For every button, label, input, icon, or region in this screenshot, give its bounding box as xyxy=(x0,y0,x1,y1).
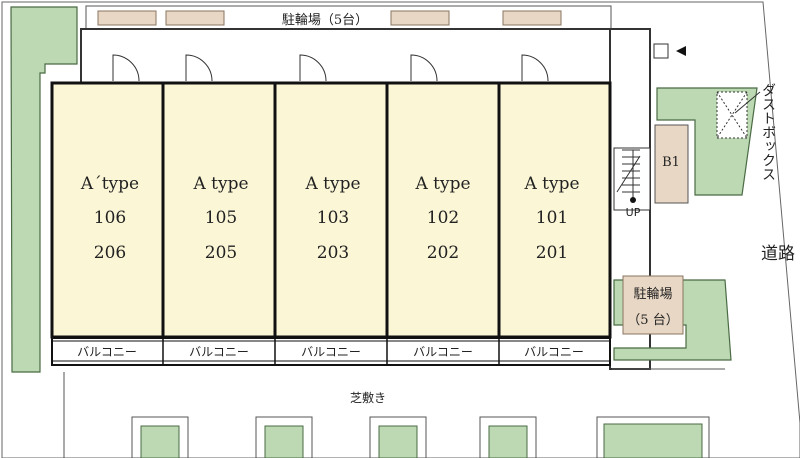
balcony-label: バルコニー xyxy=(301,345,361,359)
stair-up-label: UP xyxy=(626,206,641,219)
unit-type-label: A type xyxy=(192,174,248,194)
right-parking-count: （5 台） xyxy=(627,313,678,328)
floor-plan: 駐輪場（5台） A´type 106 206 A type 105 205 A … xyxy=(1,1,800,458)
right-parking-label: 駐輪場 xyxy=(633,286,672,302)
unit-number-lower: 101 xyxy=(536,208,568,228)
unit-number-upper: 202 xyxy=(427,243,459,263)
bicycle-slot xyxy=(390,10,450,26)
b1-label: B1 xyxy=(662,155,680,170)
unit-number-upper: 201 xyxy=(536,243,568,263)
unit-number-lower: 105 xyxy=(205,208,237,228)
lawn-label: 芝敷き xyxy=(350,390,386,405)
balcony-label: バルコニー xyxy=(413,345,473,359)
unit-type-label: A´type xyxy=(80,174,139,194)
meter-box xyxy=(653,43,669,59)
unit-number-upper: 205 xyxy=(205,243,237,263)
unit-number-upper: 203 xyxy=(317,243,349,263)
road-label: 道路 xyxy=(761,244,795,264)
bicycle-slot xyxy=(165,10,225,26)
unit-number-lower: 103 xyxy=(317,208,349,228)
stair-start-dot xyxy=(630,197,636,203)
unit-number-lower: 102 xyxy=(427,208,459,228)
unit-type-label: A type xyxy=(304,174,360,194)
bicycle-slot xyxy=(97,10,157,26)
balcony-label: バルコニー xyxy=(524,345,584,359)
bicycle-slot xyxy=(502,10,562,26)
building-outline xyxy=(80,28,651,84)
unit-number-upper: 206 xyxy=(94,243,126,263)
unit-number-lower: 106 xyxy=(94,208,126,228)
balcony-label: バルコニー xyxy=(77,345,137,359)
unit-type-label: A type xyxy=(414,174,470,194)
dust-box-label: ダストボックス xyxy=(760,83,776,181)
unit-type-label: A type xyxy=(523,174,579,194)
balcony-label: バルコニー xyxy=(189,345,249,359)
top-parking-label: 駐輪場（5台） xyxy=(282,12,368,28)
